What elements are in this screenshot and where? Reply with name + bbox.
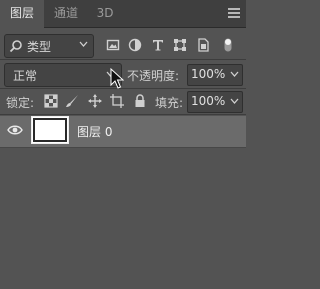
lock-image-pixels-icon[interactable] <box>65 94 79 108</box>
lock-artboard-icon[interactable] <box>110 94 124 108</box>
opacity-label: 不透明度: <box>127 69 180 83</box>
chevron-down-icon <box>79 41 88 47</box>
adjustment-layer-filter-icon[interactable] <box>128 38 142 52</box>
divider <box>0 59 246 60</box>
blend-mode-dropdown[interactable]: 正常 <box>4 63 122 87</box>
filter-toggle-icon[interactable] <box>224 38 232 52</box>
lock-position-icon[interactable] <box>88 94 102 108</box>
tab-layers[interactable]: 图层 <box>0 0 44 28</box>
lock-label: 锁定: <box>6 96 35 110</box>
smart-object-filter-icon[interactable] <box>196 38 210 52</box>
lock-transparent-pixels-icon[interactable] <box>44 94 58 108</box>
tab-channels[interactable]: 通道 <box>46 0 86 27</box>
opacity-value: 100% <box>191 67 226 81</box>
layer-name[interactable]: 图层 0 <box>77 123 112 140</box>
fill-label: 填充: <box>155 96 184 110</box>
blend-mode-value: 正常 <box>13 69 38 83</box>
layers-panel: 图层 通道 3D 类型 正常 不透明度: 100% 锁定: 填充: 100% 图… <box>0 0 246 289</box>
layer-thumbnail <box>32 117 68 143</box>
fill-value: 100% <box>191 94 226 108</box>
mouse-cursor-icon <box>110 68 124 89</box>
divider <box>0 114 246 115</box>
panel-menu-icon[interactable] <box>228 8 240 18</box>
filter-kind-label: 类型 <box>27 40 52 54</box>
pixel-layer-filter-icon[interactable] <box>106 38 120 52</box>
eye-icon[interactable] <box>7 124 23 136</box>
opacity-field[interactable]: 100% <box>187 64 243 86</box>
search-icon <box>9 40 22 53</box>
chevron-down-icon <box>230 98 239 104</box>
fill-field[interactable]: 100% <box>187 91 243 113</box>
lock-all-icon[interactable] <box>133 94 147 108</box>
type-layer-filter-icon[interactable] <box>151 38 165 52</box>
filter-kind-dropdown[interactable]: 类型 <box>4 34 94 58</box>
panel-tab-bar: 图层 通道 3D <box>0 0 246 28</box>
tab-3d[interactable]: 3D <box>88 0 122 27</box>
chevron-down-icon <box>230 71 239 77</box>
shape-layer-filter-icon[interactable] <box>173 38 187 52</box>
